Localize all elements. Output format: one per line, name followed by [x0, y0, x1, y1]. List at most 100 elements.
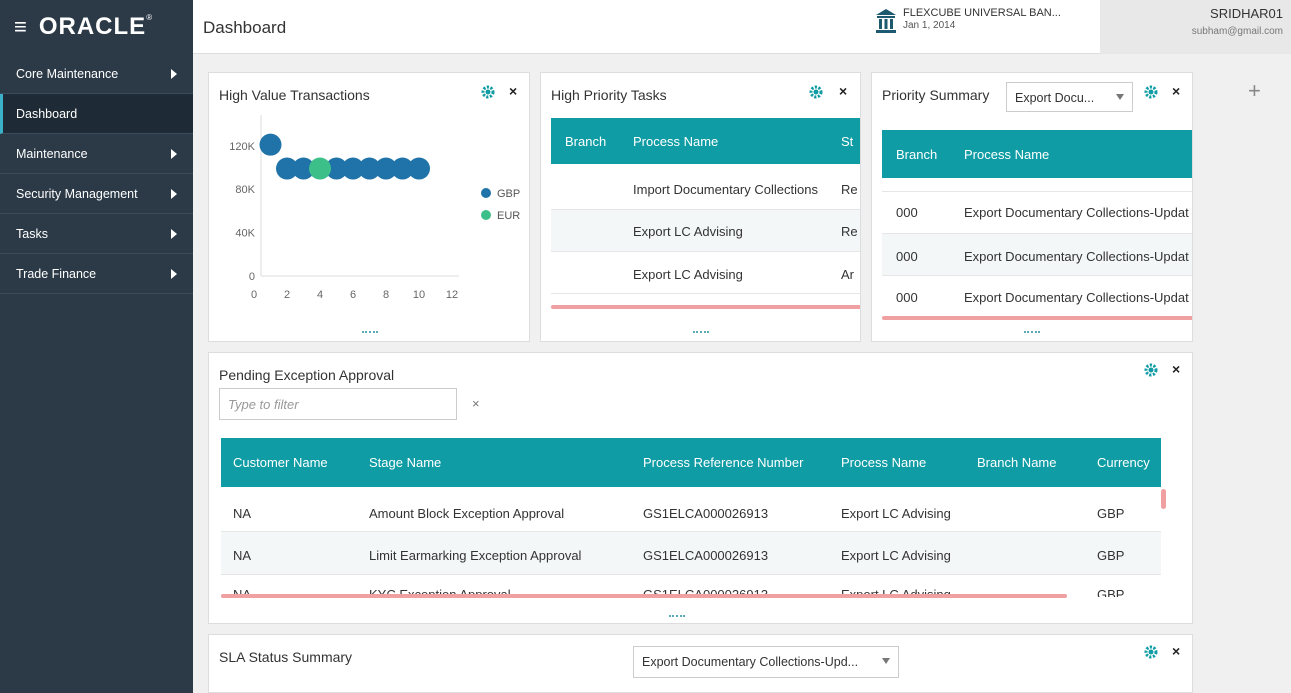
- sidebar-item-trade-finance[interactable]: Trade Finance: [0, 254, 193, 294]
- high-value-transactions-widget: High Value Transactions × 0 40K 80K 120K 0 2 4…: [208, 72, 530, 342]
- clear-filter-icon[interactable]: ×: [472, 396, 480, 411]
- column-header-customer-name[interactable]: Customer Name: [233, 455, 328, 470]
- resize-handle-icon[interactable]: [1024, 331, 1040, 333]
- gear-icon[interactable]: [1144, 85, 1158, 99]
- sidebar-item-label: Security Management: [16, 186, 138, 201]
- horizontal-scrollbar[interactable]: [551, 305, 860, 309]
- oracle-logo: ORACLE®: [38, 13, 154, 40]
- caret-down-icon: [1116, 94, 1124, 100]
- column-header-currency[interactable]: Currency: [1097, 455, 1150, 470]
- row-divider: [882, 191, 1192, 192]
- widget-title: Pending Exception Approval: [219, 367, 395, 383]
- high-priority-tasks-widget: High Priority Tasks × Branch Process Nam…: [540, 72, 861, 342]
- bank-info[interactable]: FLEXCUBE UNIVERSAL BAN... Jan 1, 2014: [875, 6, 1061, 34]
- widget-title: Priority Summary: [882, 87, 990, 103]
- add-widget-icon[interactable]: +: [1248, 78, 1261, 104]
- bank-name: FLEXCUBE UNIVERSAL BAN...: [903, 7, 1061, 19]
- column-header-process-name[interactable]: Process Name: [964, 147, 1049, 162]
- process-dropdown[interactable]: Export Docu...: [1006, 82, 1133, 112]
- caret-down-icon: [882, 658, 890, 664]
- table-cell-process: Export LC Advising: [841, 548, 951, 563]
- user-name: SRIDHAR01: [1210, 6, 1283, 21]
- y-tick-label: 40K: [235, 228, 255, 240]
- user-email: subham@gmail.com: [1191, 26, 1283, 37]
- table-cell-branch: 000: [896, 290, 918, 305]
- dropdown-value: Export Docu...: [1015, 91, 1095, 105]
- filter-input[interactable]: [219, 388, 457, 420]
- user-menu[interactable]: SRIDHAR01 subham@gmail.com: [1100, 0, 1291, 54]
- x-tick-label: 8: [383, 289, 389, 301]
- chevron-right-icon: [171, 268, 177, 279]
- table-cell-process[interactable]: Import Documentary Collections: [633, 182, 818, 197]
- column-header-stage-name[interactable]: Stage Name: [369, 455, 441, 470]
- sidebar-item-dashboard[interactable]: Dashboard: [0, 94, 193, 134]
- table-cell-process[interactable]: Export Documentary Collections-Updat: [964, 205, 1189, 220]
- data-point-eur: [309, 157, 331, 180]
- resize-handle-icon[interactable]: [362, 331, 378, 333]
- table-cell-status: Re: [841, 224, 858, 239]
- table-header: Customer Name Stage Name Process Referen…: [221, 438, 1161, 487]
- column-header-branch[interactable]: Branch: [896, 147, 937, 162]
- sla-status-summary-widget: SLA Status Summary Export Documentary Co…: [208, 634, 1193, 693]
- sidebar-item-label: Trade Finance: [16, 266, 97, 281]
- chevron-right-icon: [171, 68, 177, 79]
- sidebar-item-label: Maintenance: [16, 146, 88, 161]
- column-header-process-reference-number[interactable]: Process Reference Number: [643, 455, 803, 470]
- close-icon[interactable]: ×: [839, 83, 847, 99]
- table-cell-process[interactable]: Export Documentary Collections-Updat: [964, 290, 1189, 305]
- widget-title: SLA Status Summary: [219, 649, 353, 665]
- horizontal-scrollbar[interactable]: [882, 316, 1192, 320]
- table-cell-currency: GBP: [1097, 506, 1125, 521]
- table-cell-customer: NA: [233, 548, 252, 563]
- y-tick-label: 80K: [235, 184, 255, 196]
- widget-title: High Priority Tasks: [551, 87, 667, 103]
- close-icon[interactable]: ×: [1172, 643, 1180, 659]
- resize-handle-icon[interactable]: [693, 331, 709, 333]
- table-cell-stage[interactable]: Limit Earmarking Exception Approval: [369, 548, 581, 563]
- sidebar-item-core-maintenance[interactable]: Core Maintenance: [0, 54, 193, 94]
- horizontal-scrollbar[interactable]: [221, 594, 1067, 598]
- gear-icon[interactable]: [1144, 363, 1158, 377]
- table-cell-status: Ar: [841, 267, 854, 282]
- chevron-right-icon: [171, 148, 177, 159]
- process-dropdown[interactable]: Export Documentary Collections-Upd...: [633, 646, 899, 678]
- close-icon[interactable]: ×: [1172, 83, 1180, 99]
- table-cell-status: Re: [841, 182, 858, 197]
- table-header: Branch Process Name St: [551, 118, 860, 164]
- legend-label: GBP: [497, 188, 520, 200]
- row-divider: [551, 293, 860, 294]
- sidebar-item-security-management[interactable]: Security Management: [0, 174, 193, 214]
- x-tick-label: 0: [251, 289, 257, 301]
- sidebar-item-label: Dashboard: [16, 106, 78, 121]
- sidebar-item-maintenance[interactable]: Maintenance: [0, 134, 193, 174]
- logo-text: ORACLE: [38, 13, 147, 40]
- table-cell-reference: GS1ELCA000026913: [643, 506, 769, 521]
- close-icon[interactable]: ×: [1172, 361, 1180, 377]
- column-header-branch-name[interactable]: Branch Name: [977, 455, 1056, 470]
- table-cell-reference: GS1ELCA000026913: [643, 548, 769, 563]
- vertical-scrollbar[interactable]: [1161, 489, 1166, 509]
- bank-icon: [876, 9, 896, 33]
- x-tick-label: 2: [284, 289, 290, 301]
- page-title: Dashboard: [203, 18, 287, 37]
- resize-handle-icon[interactable]: [669, 615, 685, 617]
- sidebar-item-label: Core Maintenance: [16, 66, 119, 81]
- column-header-process-name[interactable]: Process Name: [633, 134, 718, 149]
- table-cell-stage[interactable]: Amount Block Exception Approval: [369, 506, 564, 521]
- table-cell-process[interactable]: Export Documentary Collections-Updat: [964, 249, 1189, 264]
- sidebar: Core Maintenance Dashboard Maintenance S…: [0, 54, 193, 693]
- scatter-chart: 0 40K 80K 120K 0 2 4 6 8 10 12 GBP EUR: [229, 115, 520, 301]
- table-cell-process: Export LC Advising: [841, 506, 951, 521]
- table-cell-process[interactable]: Export LC Advising: [633, 267, 743, 282]
- table-cell-process[interactable]: Export LC Advising: [633, 224, 743, 239]
- x-tick-label: 12: [446, 289, 458, 301]
- gear-icon[interactable]: [1144, 645, 1158, 659]
- sidebar-item-tasks[interactable]: Tasks: [0, 214, 193, 254]
- column-header-process-name[interactable]: Process Name: [841, 455, 926, 470]
- top-bar: ≡ ORACLE® Dashboard FLEXCUBE UNIVERSAL B…: [0, 0, 1291, 54]
- column-header-status[interactable]: St: [841, 134, 853, 149]
- gear-icon[interactable]: [809, 85, 823, 99]
- column-header-branch[interactable]: Branch: [565, 134, 606, 149]
- legend-marker-gbp: [481, 188, 491, 198]
- hamburger-menu-icon[interactable]: ≡: [14, 16, 27, 38]
